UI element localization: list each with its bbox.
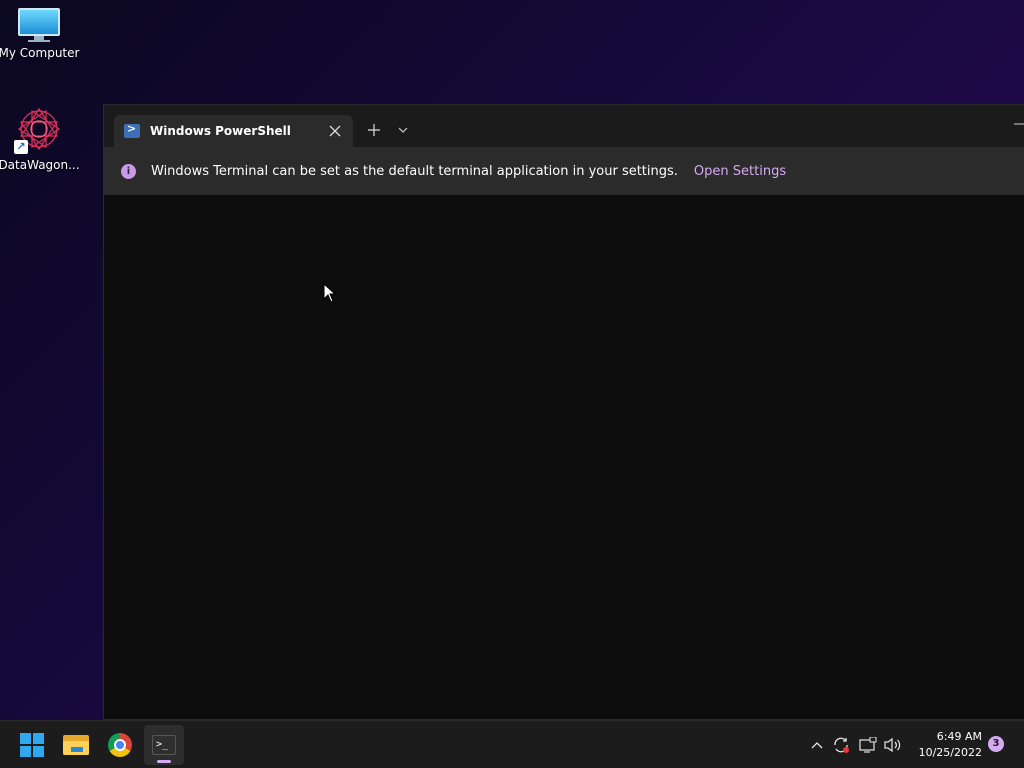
windows-logo-icon <box>20 733 44 757</box>
clock-time: 6:49 AM <box>936 730 982 743</box>
mouse-cursor-icon <box>323 283 337 303</box>
desktop-icon-label: DataWagon... <box>0 158 80 172</box>
network-tray-button[interactable] <box>858 735 878 755</box>
desktop-icon-my-computer[interactable]: My Computer <box>0 8 80 60</box>
info-bar: i Windows Terminal can be set as the def… <box>104 147 1024 195</box>
speaker-icon <box>884 737 901 753</box>
network-icon <box>859 737 877 753</box>
tab-dropdown-button[interactable] <box>394 119 412 141</box>
info-icon: i <box>121 163 136 179</box>
file-explorer-button[interactable] <box>56 725 96 765</box>
monitor-icon <box>18 8 60 42</box>
taskbar-clock[interactable]: 6:49 AM 10/25/2022 <box>908 729 982 761</box>
folder-icon <box>63 735 89 755</box>
sync-tray-button[interactable] <box>831 735 851 755</box>
clock-date: 10/25/2022 <box>918 746 982 759</box>
close-icon <box>329 125 341 137</box>
active-app-indicator <box>157 760 171 763</box>
notification-badge[interactable]: 3 <box>988 736 1004 752</box>
powershell-icon <box>124 122 140 138</box>
terminal-body[interactable] <box>104 195 1024 719</box>
shortcut-arrow-icon: ↗ <box>14 140 28 154</box>
chevron-up-icon <box>811 742 823 749</box>
close-tab-button[interactable] <box>323 119 347 143</box>
chrome-icon <box>108 733 132 757</box>
minimize-icon <box>1014 123 1024 125</box>
chrome-button[interactable] <box>100 725 140 765</box>
plus-icon <box>368 124 380 136</box>
new-tab-button[interactable] <box>363 119 385 141</box>
terminal-icon: >_ <box>152 735 176 755</box>
datawagon-logo-icon: ↗ <box>14 104 64 154</box>
taskbar: >_ 6:49 AM 10/25/2022 <box>0 720 1024 768</box>
info-message: Windows Terminal can be set as the defau… <box>151 163 678 179</box>
show-hidden-icons-button[interactable] <box>808 735 826 755</box>
terminal-taskbar-button[interactable]: >_ <box>144 725 184 765</box>
start-button[interactable] <box>12 725 52 765</box>
title-bar[interactable]: Windows PowerShell <box>104 105 1024 147</box>
minimize-button[interactable] <box>1012 113 1024 129</box>
volume-tray-button[interactable] <box>882 735 904 755</box>
sync-icon <box>834 737 849 753</box>
desktop-icon-datawagon[interactable]: ↗ DataWagon... <box>0 104 80 172</box>
chevron-down-icon <box>398 127 408 133</box>
tab-label: Windows PowerShell <box>150 124 291 138</box>
tab-windows-powershell[interactable]: Windows PowerShell <box>114 115 353 147</box>
open-settings-link[interactable]: Open Settings <box>694 164 786 179</box>
terminal-window: Windows PowerShell i Windows Terminal ca… <box>103 104 1024 720</box>
desktop-icon-label: My Computer <box>0 46 80 60</box>
